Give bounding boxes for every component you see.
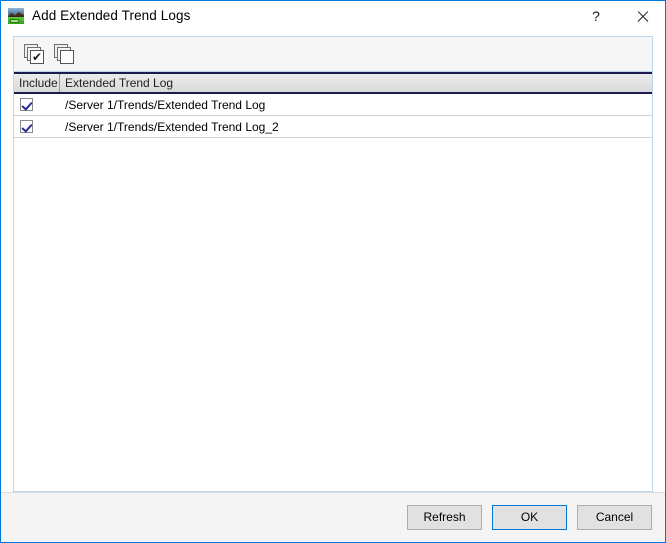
cell-include — [14, 98, 60, 111]
help-button[interactable]: ? — [573, 1, 619, 31]
cell-trend-log-name: /Server 1/Trends/Extended Trend Log_2 — [65, 119, 279, 134]
content-panel: ✔ Include Extended Trend Log /Server 1/T… — [13, 36, 653, 492]
trend-log-app-icon — [8, 8, 24, 24]
toolbar: ✔ — [14, 37, 652, 72]
page-front — [59, 50, 74, 64]
table-row[interactable]: /Server 1/Trends/Extended Trend Log — [14, 94, 652, 116]
column-header-extended-trend-log[interactable]: Extended Trend Log — [60, 74, 652, 92]
table-empty-area — [14, 138, 652, 491]
cell-include — [14, 120, 60, 133]
select-all-button[interactable]: ✔ — [19, 40, 49, 68]
cancel-button[interactable]: Cancel — [577, 505, 652, 530]
clear-all-button[interactable] — [49, 40, 79, 68]
footer-button-bar: Refresh OK Cancel — [1, 492, 665, 542]
include-checkbox[interactable] — [20, 98, 33, 111]
column-header-include[interactable]: Include — [14, 74, 60, 92]
stacked-pages-check-icon: ✔ — [23, 44, 45, 64]
stacked-pages-icon — [53, 44, 75, 64]
refresh-button[interactable]: Refresh — [407, 505, 482, 530]
close-icon — [636, 10, 649, 23]
dialog-window: Add Extended Trend Logs ? ✔ Include Exte… — [0, 0, 666, 543]
cell-trend-log-name: /Server 1/Trends/Extended Trend Log — [65, 97, 266, 112]
include-checkbox[interactable] — [20, 120, 33, 133]
window-title: Add Extended Trend Logs — [32, 8, 191, 23]
trend-log-table: Include Extended Trend Log /Server 1/Tre… — [14, 72, 652, 491]
dialog-body: ✔ Include Extended Trend Log /Server 1/T… — [1, 31, 665, 542]
help-icon: ? — [592, 8, 600, 24]
title-bar-buttons: ? — [573, 1, 665, 31]
check-glyph: ✔ — [31, 50, 43, 64]
ok-button[interactable]: OK — [492, 505, 567, 530]
title-bar: Add Extended Trend Logs ? — [1, 1, 665, 31]
icon-tag — [10, 19, 19, 23]
table-header-row: Include Extended Trend Log — [14, 72, 652, 94]
close-button[interactable] — [619, 1, 665, 31]
table-row[interactable]: /Server 1/Trends/Extended Trend Log_2 — [14, 116, 652, 138]
